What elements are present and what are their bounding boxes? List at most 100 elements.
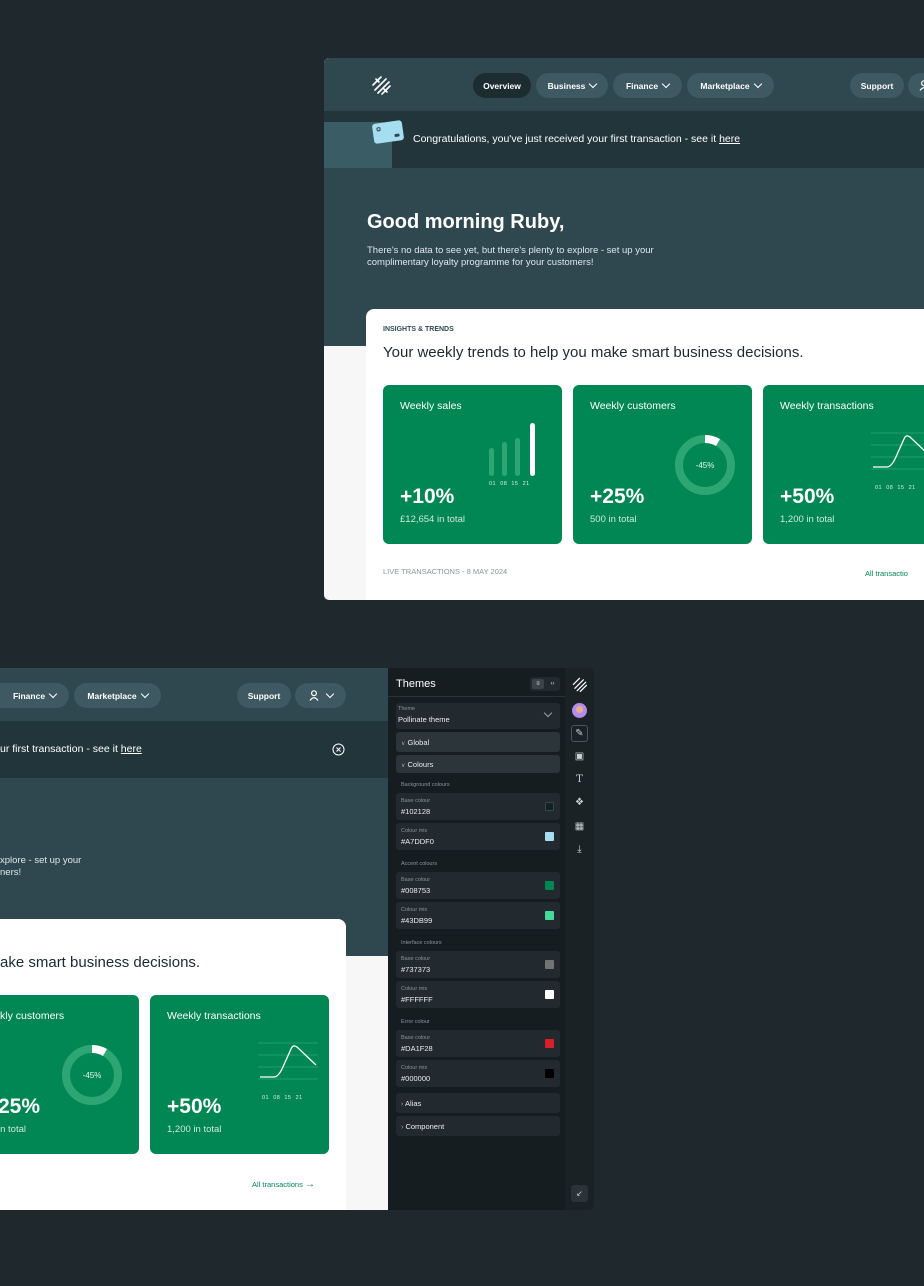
colour-swatch[interactable]: [545, 960, 554, 969]
tile-value: +50%: [167, 1095, 222, 1118]
logo-icon[interactable]: [370, 74, 392, 96]
colour-value: #102128: [401, 807, 431, 816]
tick-labels: 01 08 15 21: [489, 481, 530, 487]
colour-value: #008753: [401, 886, 431, 895]
nav-business[interactable]: Business: [536, 73, 608, 98]
colour-row[interactable]: Colour mix #000000: [396, 1060, 560, 1087]
global-section[interactable]: ∨ Global: [396, 732, 560, 752]
nav-finance[interactable]: Finance: [0, 683, 69, 708]
colour-value: #FFFFFF: [401, 995, 433, 1004]
user-menu[interactable]: [908, 73, 924, 98]
colour-swatch[interactable]: [545, 881, 554, 890]
user-menu[interactable]: [295, 683, 346, 708]
nav-overview[interactable]: Overview: [473, 73, 531, 98]
theme-caption: Theme: [398, 706, 416, 712]
card-icon: [371, 120, 405, 144]
alias-section[interactable]: › Alias: [396, 1093, 560, 1113]
colour-caption: Colour mix: [401, 1065, 428, 1071]
component-section[interactable]: › Component: [396, 1116, 560, 1136]
arrow-right-icon: →: [304, 1179, 315, 1190]
code-view-icon[interactable]: ‹›: [547, 679, 558, 689]
theme-brush-icon[interactable]: ✎: [571, 725, 588, 742]
chevron-down-icon: [753, 79, 762, 89]
alias-label: › Alias: [401, 1099, 422, 1108]
nav-marketplace[interactable]: Marketplace: [74, 683, 161, 708]
top-nav: Overview Business Finance Marketplace Su…: [324, 58, 924, 111]
colour-row[interactable]: Base colour #102128: [396, 793, 560, 820]
tile-subtotal: 500 in total: [590, 514, 637, 525]
colour-row[interactable]: Colour mix #43DB99: [396, 902, 560, 929]
tile-value: 25%: [0, 1095, 41, 1118]
chevron-down-icon: ∨: [401, 763, 406, 769]
colours-section[interactable]: ∨ Colours: [396, 755, 560, 773]
colour-row[interactable]: Base colour #DA1F28: [396, 1030, 560, 1057]
colour-value: #43DB99: [401, 916, 433, 925]
colour-swatch[interactable]: [545, 911, 554, 920]
transaction-banner: ur first transaction - see it here: [0, 721, 388, 778]
live-transactions-label: LIVE TRANSACTIONS - 8 MAY 2024: [383, 567, 508, 576]
colour-swatch[interactable]: [545, 1039, 554, 1048]
component-icon[interactable]: ❖: [571, 794, 588, 811]
tile-weekly-sales[interactable]: Weekly sales 01 08 15 21 +10% £12,654 in…: [383, 385, 562, 544]
nav-finance-label: Finance: [12, 690, 46, 701]
chevron-down-icon: ∨: [401, 741, 406, 747]
banner-message: Congratulations, you've just received yo…: [413, 133, 720, 145]
colour-swatch[interactable]: [545, 832, 554, 841]
close-circle-icon[interactable]: [332, 743, 345, 756]
theme-value: Pollinate theme: [398, 715, 450, 724]
logo-icon[interactable]: [571, 676, 588, 693]
grid-icon[interactable]: ▦: [571, 818, 588, 835]
support-button[interactable]: Support: [850, 73, 904, 98]
donut-chart-icon: -45%: [675, 435, 735, 495]
colour-caption: Base colour: [401, 956, 431, 962]
download-icon[interactable]: ⤓: [571, 841, 588, 858]
view-toggle[interactable]: ≡ ‹›: [530, 677, 560, 691]
support-label: Support: [860, 80, 894, 91]
colour-caption: Base colour: [401, 798, 431, 804]
avatar[interactable]: [572, 703, 587, 718]
tick-labels: 01 08 15 21: [262, 1095, 303, 1101]
user-icon: [309, 690, 318, 701]
all-transactions-link[interactable]: All transactions →: [252, 1179, 315, 1190]
banner-link[interactable]: here: [121, 743, 142, 755]
tile-value: +50%: [780, 485, 835, 508]
colour-swatch[interactable]: [545, 990, 554, 999]
colour-caption: Colour mix: [401, 986, 428, 992]
tile-title: Weekly customers: [590, 400, 676, 412]
colour-row[interactable]: Colour mix #A7DDF0: [396, 823, 560, 850]
colour-row[interactable]: Colour mix #FFFFFF: [396, 981, 560, 1008]
tile-subtotal: 1,200 in total: [780, 514, 835, 525]
text-icon[interactable]: T: [571, 771, 588, 788]
colour-swatch[interactable]: [545, 802, 554, 811]
devices-icon[interactable]: ▣: [571, 748, 588, 765]
tick-labels: 01 08 15 21: [875, 485, 916, 491]
list-view-icon[interactable]: ≡: [532, 679, 544, 689]
chevron-down-icon: [325, 689, 334, 699]
hero-subtitle-1: There's no data to see yet, but there's …: [367, 245, 654, 256]
theme-select[interactable]: Theme Pollinate theme: [396, 703, 560, 729]
tile-weekly-customers[interactable]: Weekly customers -45% +25% 500 in total: [573, 385, 752, 544]
support-button[interactable]: Support: [237, 683, 291, 708]
transaction-banner: Congratulations, you've just received yo…: [324, 111, 924, 168]
tile-weekly-transactions[interactable]: Weekly transactions 01 08 15 21 +50% 1,2…: [150, 995, 329, 1154]
line-chart-icon: [258, 1042, 318, 1080]
line-chart-icon: [871, 432, 924, 470]
colours-label: ∨ Colours: [401, 760, 434, 769]
tile-weekly-transactions[interactable]: Weekly transactions 01 08 15 21 +50% 1,2…: [763, 385, 924, 544]
all-transactions-link[interactable]: All transactio: [865, 569, 908, 578]
donut-label: -45%: [83, 1071, 102, 1080]
chevron-right-icon: ›: [401, 1124, 404, 1131]
colour-row[interactable]: Base colour #008753: [396, 872, 560, 899]
tile-weekly-customers[interactable]: kly customers -45% 25% in total: [0, 995, 139, 1154]
banner-message: ur first transaction - see it: [0, 743, 121, 755]
panel-title: Themes: [396, 678, 436, 690]
banner-link[interactable]: here: [719, 133, 740, 145]
colour-swatch[interactable]: [545, 1069, 554, 1078]
nav-finance[interactable]: Finance: [613, 73, 682, 98]
colour-row[interactable]: Base colour #737373: [396, 951, 560, 978]
colour-value: #000000: [401, 1074, 431, 1083]
colour-caption: Base colour: [401, 877, 431, 883]
nav-marketplace[interactable]: Marketplace: [687, 73, 774, 98]
colour-caption: Colour mix: [401, 907, 428, 913]
collapse-icon[interactable]: ↙: [571, 1185, 588, 1202]
